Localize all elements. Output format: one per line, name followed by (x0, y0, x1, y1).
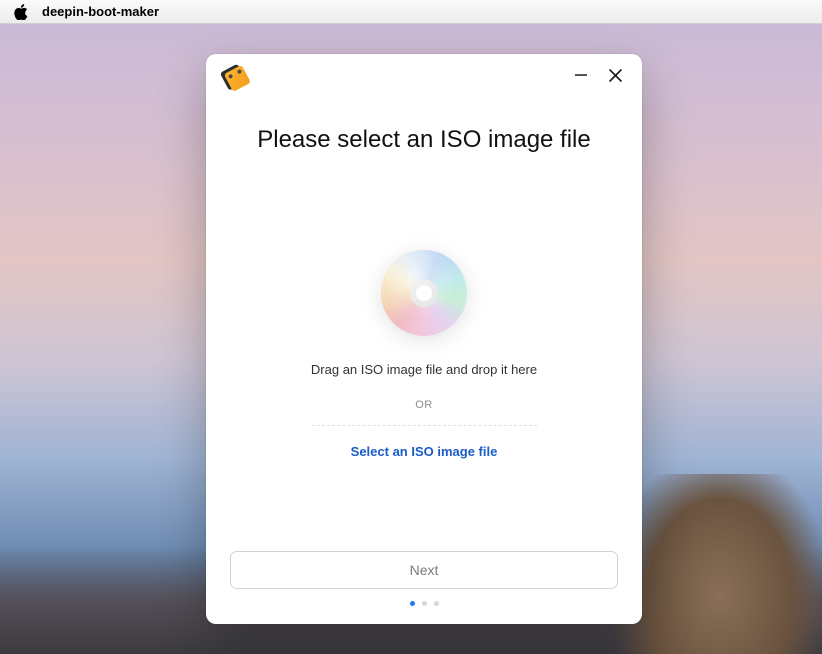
boot-maker-dialog: Please select an ISO image file Drag an … (206, 54, 642, 624)
step-pager (410, 601, 439, 606)
dialog-content: Drag an ISO image file and drop it here … (206, 154, 642, 551)
minimize-button[interactable] (572, 66, 590, 84)
dialog-titlebar (206, 54, 642, 96)
apple-menu-icon[interactable] (14, 4, 28, 20)
disc-icon (381, 250, 467, 336)
drop-instruction: Drag an ISO image file and drop it here (311, 362, 537, 377)
next-button[interactable]: Next (230, 551, 618, 589)
system-menubar: deepin-boot-maker (0, 0, 822, 24)
dialog-footer: Next (206, 551, 642, 624)
select-iso-link[interactable]: Select an ISO image file (351, 444, 498, 459)
app-icon (220, 62, 252, 94)
menubar-app-title[interactable]: deepin-boot-maker (42, 4, 159, 19)
divider (312, 425, 537, 426)
pager-dot-3[interactable] (434, 601, 439, 606)
or-divider-label: OR (415, 399, 433, 411)
page-title: Please select an ISO image file (206, 126, 642, 154)
iso-drop-zone[interactable] (381, 250, 467, 336)
close-button[interactable] (606, 66, 624, 84)
pager-dot-1[interactable] (410, 601, 415, 606)
pager-dot-2[interactable] (422, 601, 427, 606)
window-controls (572, 66, 630, 84)
